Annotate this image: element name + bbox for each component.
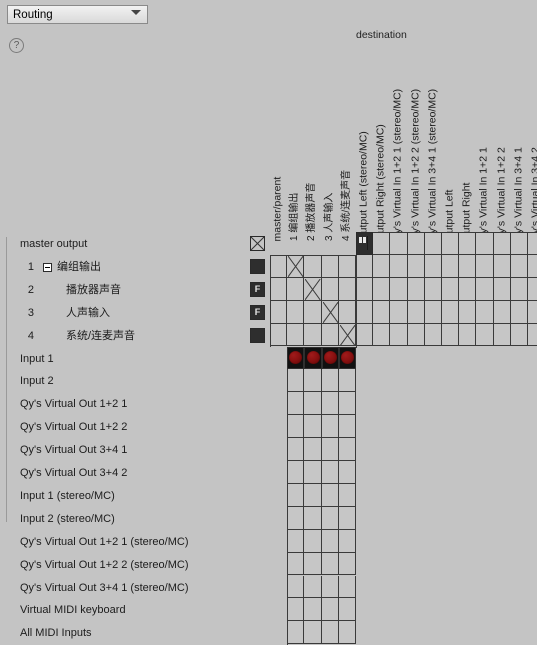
matrix-diagonal-1-1[interactable] (288, 256, 303, 277)
row-label-text-17: All MIDI Inputs (20, 622, 92, 645)
row-state-button-2[interactable]: F (250, 282, 265, 297)
matrix-diagonal-2-2[interactable] (305, 279, 320, 300)
matrix-output-cell-0-5[interactable] (356, 232, 373, 255)
row-state-button-4[interactable] (250, 328, 265, 343)
grid-frame-bottom (287, 347, 357, 645)
row-state-button-1[interactable] (250, 259, 265, 274)
row-label-text-14: Qy's Virtual Out 1+2 2 (stereo/MC) (20, 554, 189, 577)
grid-frame-top-right (356, 232, 537, 348)
row-label-text-15: Qy's Virtual Out 3+4 1 (stereo/MC) (20, 577, 189, 600)
matrix-diagonal-4-4[interactable] (340, 325, 355, 346)
connection-dot-5-2[interactable] (307, 351, 320, 364)
row-label-text-13: Qy's Virtual Out 1+2 1 (stereo/MC) (20, 531, 189, 554)
row-state-button-0[interactable] (250, 236, 265, 251)
matrix-diagonal-3-3[interactable] (323, 302, 338, 323)
row-label-text-16: Virtual MIDI keyboard (20, 599, 126, 622)
routing-matrix[interactable]: FF (0, 0, 537, 531)
row-state-button-3[interactable]: F (250, 305, 265, 320)
